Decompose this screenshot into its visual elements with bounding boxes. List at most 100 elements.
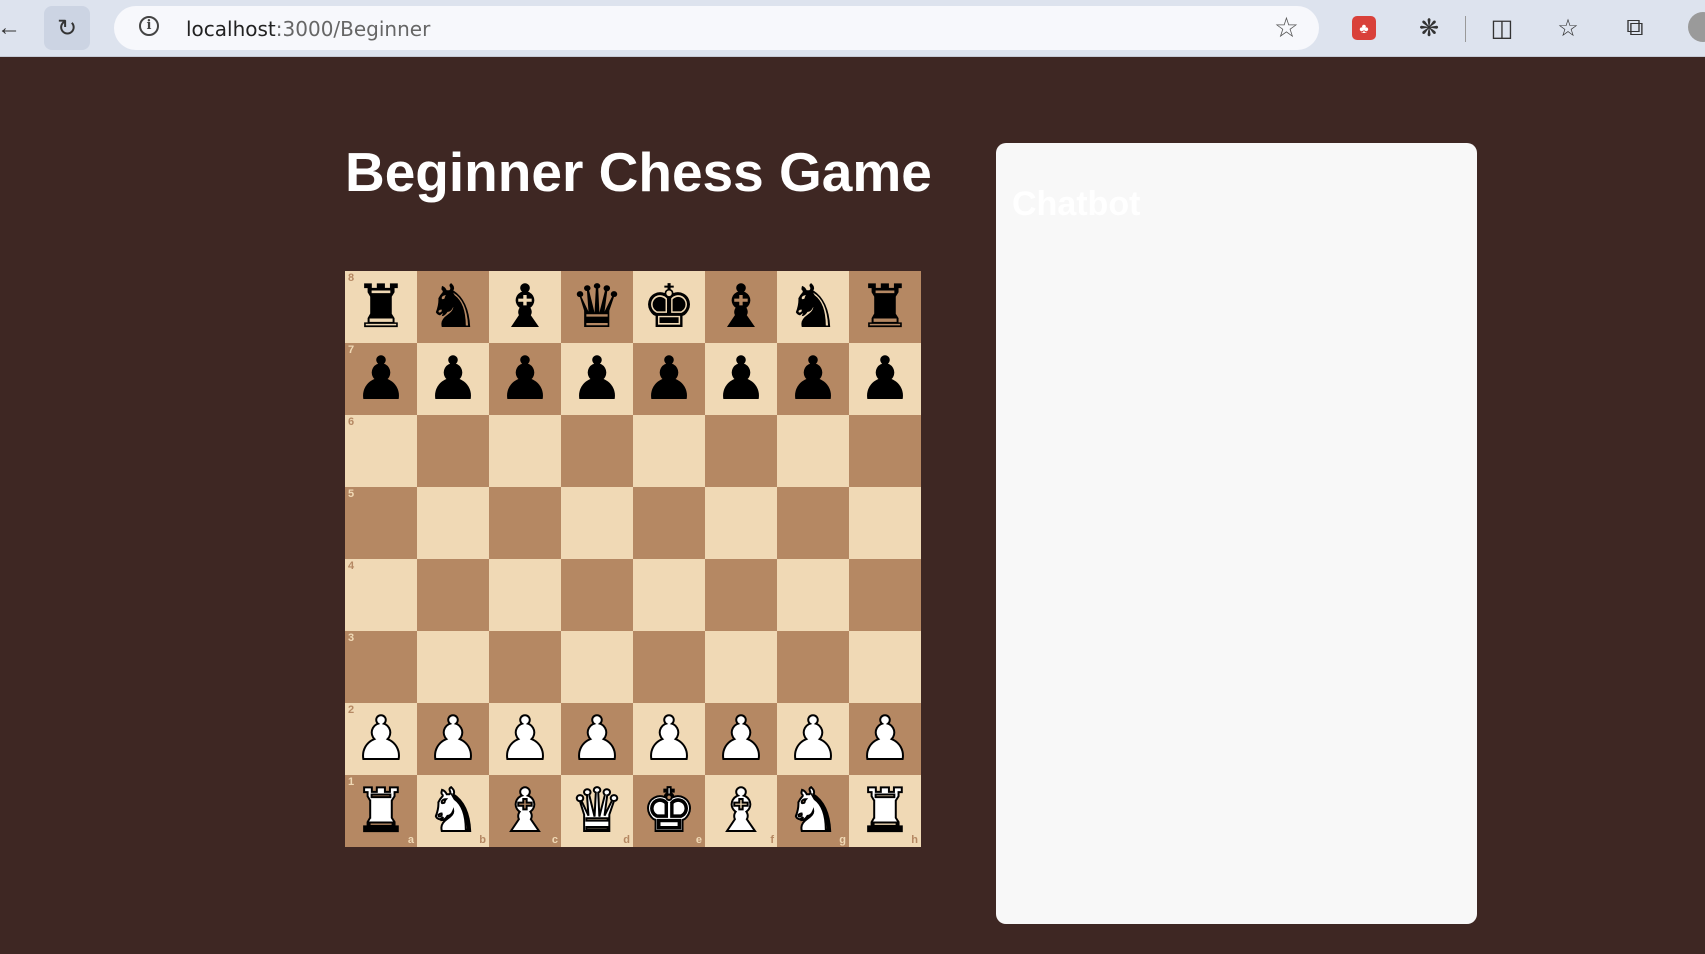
- extension-icon[interactable]: ♣: [1352, 16, 1376, 40]
- black-rook-icon[interactable]: ♜: [354, 271, 408, 343]
- profile-avatar[interactable]: [1688, 12, 1705, 42]
- black-bishop-icon[interactable]: ♝: [714, 271, 768, 343]
- square-d5[interactable]: [561, 487, 633, 559]
- square-a7[interactable]: 7 ♟: [345, 343, 417, 415]
- url-text[interactable]: localhost:3000/Beginner: [186, 17, 430, 41]
- square-c6[interactable]: [489, 415, 561, 487]
- square-a5[interactable]: 5: [345, 487, 417, 559]
- white-rook-icon[interactable]: ♜: [857, 775, 913, 847]
- black-pawn-icon[interactable]: ♟: [642, 343, 696, 415]
- square-g5[interactable]: [777, 487, 849, 559]
- square-g1[interactable]: g ♞: [777, 775, 849, 847]
- black-pawn-icon[interactable]: ♟: [786, 343, 840, 415]
- square-c8[interactable]: ♝: [489, 271, 561, 343]
- white-pawn-icon[interactable]: ♟: [425, 703, 481, 775]
- black-pawn-icon[interactable]: ♟: [354, 343, 408, 415]
- square-c2[interactable]: ♟: [489, 703, 561, 775]
- square-c5[interactable]: [489, 487, 561, 559]
- white-pawn-icon[interactable]: ♟: [641, 703, 697, 775]
- square-g8[interactable]: ♞: [777, 271, 849, 343]
- square-f8[interactable]: ♝: [705, 271, 777, 343]
- black-pawn-icon[interactable]: ♟: [426, 343, 480, 415]
- black-queen-icon[interactable]: ♛: [570, 271, 624, 343]
- square-c4[interactable]: [489, 559, 561, 631]
- square-b4[interactable]: [417, 559, 489, 631]
- square-h8[interactable]: ♜: [849, 271, 921, 343]
- reload-icon[interactable]: ↻: [44, 6, 90, 50]
- square-d8[interactable]: ♛: [561, 271, 633, 343]
- square-e1[interactable]: e ♚: [633, 775, 705, 847]
- square-f5[interactable]: [705, 487, 777, 559]
- white-bishop-icon[interactable]: ♝: [497, 775, 553, 847]
- square-f6[interactable]: [705, 415, 777, 487]
- white-king-icon[interactable]: ♚: [641, 775, 697, 847]
- black-rook-icon[interactable]: ♜: [858, 271, 912, 343]
- square-a2[interactable]: 2 ♟: [345, 703, 417, 775]
- square-g7[interactable]: ♟: [777, 343, 849, 415]
- extensions-puzzle-icon[interactable]: ❋: [1411, 10, 1447, 46]
- square-e6[interactable]: [633, 415, 705, 487]
- square-b5[interactable]: [417, 487, 489, 559]
- square-a1[interactable]: 1 a ♜: [345, 775, 417, 847]
- square-b1[interactable]: b ♞: [417, 775, 489, 847]
- square-d2[interactable]: ♟: [561, 703, 633, 775]
- square-g4[interactable]: [777, 559, 849, 631]
- bookmark-star-icon[interactable]: ☆: [1274, 11, 1299, 44]
- square-e8[interactable]: ♚: [633, 271, 705, 343]
- square-f2[interactable]: ♟: [705, 703, 777, 775]
- square-e4[interactable]: [633, 559, 705, 631]
- square-d3[interactable]: [561, 631, 633, 703]
- white-bishop-icon[interactable]: ♝: [713, 775, 769, 847]
- site-info-icon[interactable]: i: [139, 16, 159, 36]
- square-a4[interactable]: 4: [345, 559, 417, 631]
- white-pawn-icon[interactable]: ♟: [857, 703, 913, 775]
- address-bar[interactable]: i localhost:3000/Beginner ☆: [114, 6, 1319, 50]
- square-h2[interactable]: ♟: [849, 703, 921, 775]
- square-g3[interactable]: [777, 631, 849, 703]
- square-a8[interactable]: 8 ♜: [345, 271, 417, 343]
- white-pawn-icon[interactable]: ♟: [785, 703, 841, 775]
- chess-board[interactable]: 8 ♜ ♞ ♝ ♛ ♚ ♝ ♞ ♜ 7 ♟ ♟ ♟ ♟ ♟ ♟ ♟ ♟ 6 5 4 3 2 ♟ ♟ ♟ ♟ ♟ ♟ ♟ ♟ 1 a ♜ b ♞ c ♝ d ♛…: [345, 271, 921, 847]
- white-pawn-icon[interactable]: ♟: [569, 703, 625, 775]
- black-king-icon[interactable]: ♚: [642, 271, 696, 343]
- white-knight-icon[interactable]: ♞: [785, 775, 841, 847]
- white-knight-icon[interactable]: ♞: [425, 775, 481, 847]
- square-b3[interactable]: [417, 631, 489, 703]
- square-h5[interactable]: [849, 487, 921, 559]
- square-a3[interactable]: 3: [345, 631, 417, 703]
- square-a6[interactable]: 6: [345, 415, 417, 487]
- square-e2[interactable]: ♟: [633, 703, 705, 775]
- square-f4[interactable]: [705, 559, 777, 631]
- square-g6[interactable]: [777, 415, 849, 487]
- square-b7[interactable]: ♟: [417, 343, 489, 415]
- square-d4[interactable]: [561, 559, 633, 631]
- square-b8[interactable]: ♞: [417, 271, 489, 343]
- black-knight-icon[interactable]: ♞: [426, 271, 480, 343]
- square-h4[interactable]: [849, 559, 921, 631]
- square-f7[interactable]: ♟: [705, 343, 777, 415]
- favorites-icon[interactable]: ☆: [1550, 10, 1586, 46]
- square-g2[interactable]: ♟: [777, 703, 849, 775]
- white-pawn-icon[interactable]: ♟: [713, 703, 769, 775]
- square-h7[interactable]: ♟: [849, 343, 921, 415]
- square-b6[interactable]: [417, 415, 489, 487]
- black-pawn-icon[interactable]: ♟: [498, 343, 552, 415]
- square-f1[interactable]: f ♝: [705, 775, 777, 847]
- black-pawn-icon[interactable]: ♟: [858, 343, 912, 415]
- square-c7[interactable]: ♟: [489, 343, 561, 415]
- square-c3[interactable]: [489, 631, 561, 703]
- black-bishop-icon[interactable]: ♝: [498, 271, 552, 343]
- collections-icon[interactable]: ⧉: [1617, 10, 1653, 46]
- square-d6[interactable]: [561, 415, 633, 487]
- square-e7[interactable]: ♟: [633, 343, 705, 415]
- black-pawn-icon[interactable]: ♟: [714, 343, 768, 415]
- square-e3[interactable]: [633, 631, 705, 703]
- square-h3[interactable]: [849, 631, 921, 703]
- square-f3[interactable]: [705, 631, 777, 703]
- square-h6[interactable]: [849, 415, 921, 487]
- square-d1[interactable]: d ♛: [561, 775, 633, 847]
- square-b2[interactable]: ♟: [417, 703, 489, 775]
- square-h1[interactable]: h ♜: [849, 775, 921, 847]
- white-pawn-icon[interactable]: ♟: [353, 703, 409, 775]
- black-pawn-icon[interactable]: ♟: [570, 343, 624, 415]
